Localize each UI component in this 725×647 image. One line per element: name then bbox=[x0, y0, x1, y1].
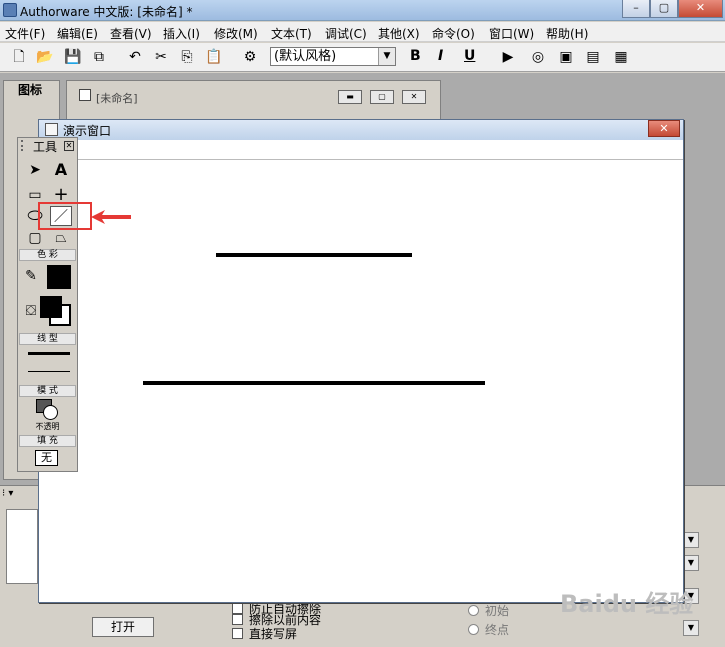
paint-bucket-icon: ⛋ bbox=[25, 303, 37, 319]
italic-button[interactable]: I bbox=[438, 48, 443, 64]
tools-close-icon[interactable]: ✕ bbox=[64, 141, 74, 151]
app-title: Authorware 中文版: [未命名] * bbox=[20, 5, 193, 19]
grip-icon bbox=[21, 140, 29, 151]
chevron-down-icon[interactable]: ▼ bbox=[378, 48, 395, 65]
save-all-icon[interactable]: 💾 bbox=[62, 47, 84, 67]
text-tool-icon[interactable]: A bbox=[50, 160, 72, 180]
presentation-window-icon bbox=[45, 123, 58, 136]
pencil-icon: ✎ bbox=[25, 268, 37, 284]
end-radio[interactable] bbox=[468, 624, 479, 635]
menu-file[interactable]: 文件(F) bbox=[5, 25, 45, 42]
opaque-mode-circle bbox=[43, 405, 58, 420]
red-arrow-icon bbox=[91, 210, 131, 224]
start-radio[interactable] bbox=[468, 605, 479, 616]
menu-text[interactable]: 文本(T) bbox=[271, 25, 312, 42]
paste-icon[interactable]: 📋 bbox=[203, 47, 225, 67]
menu-help[interactable]: 帮助(H) bbox=[546, 25, 588, 42]
watermark: Baidu 经验 bbox=[560, 590, 694, 618]
icon-palette-title: 图标 bbox=[18, 83, 43, 97]
tools-title: 工具 bbox=[33, 140, 58, 154]
bold-button[interactable]: B bbox=[410, 48, 421, 64]
collapse-icon[interactable]: ⁝ ▾ bbox=[2, 488, 13, 499]
direct-to-screen-checkbox[interactable] bbox=[232, 628, 243, 639]
menu-command[interactable]: 命令(O) bbox=[432, 25, 475, 42]
minimize-button[interactable]: – bbox=[622, 0, 650, 18]
underline-button[interactable]: U bbox=[464, 48, 475, 64]
mode-section-label: 模 式 bbox=[19, 385, 76, 397]
design-minimize-button[interactable]: ▬ bbox=[338, 90, 362, 104]
fill-section-label: 填 充 bbox=[19, 435, 76, 447]
run-icon[interactable]: ▶ bbox=[497, 47, 519, 67]
linetype-section-label: 线 型 bbox=[19, 333, 76, 345]
end-radio-label: 终点 bbox=[485, 623, 510, 637]
presentation-close-button[interactable]: ✕ bbox=[648, 120, 680, 137]
polygon-tool-icon[interactable]: ⏢ bbox=[50, 228, 72, 248]
maximize-button[interactable]: ▢ bbox=[650, 0, 678, 18]
design-window-title: [未命名] bbox=[96, 92, 138, 105]
open-button[interactable]: 打开 bbox=[92, 617, 154, 637]
menu-other[interactable]: 其他(X) bbox=[378, 25, 420, 42]
pointer-tool-icon[interactable]: ➤ bbox=[24, 160, 46, 180]
line-color-swatch[interactable] bbox=[47, 265, 71, 289]
menu-modify[interactable]: 修改(M) bbox=[214, 25, 258, 42]
properties-preview bbox=[6, 509, 38, 584]
drawn-line[interactable] bbox=[143, 381, 485, 385]
import-icon[interactable]: ⧉ bbox=[88, 47, 110, 67]
foreground-color-swatch[interactable] bbox=[40, 296, 62, 318]
cut-icon[interactable]: ✂ bbox=[150, 47, 172, 67]
chevron-down-icon[interactable]: ▼ bbox=[683, 620, 699, 636]
fill-none-button[interactable]: 无 bbox=[35, 450, 58, 466]
start-radio-label: 初始 bbox=[485, 604, 510, 618]
prevent-auto-erase-checkbox[interactable] bbox=[232, 603, 243, 614]
menu-view[interactable]: 查看(V) bbox=[110, 25, 152, 42]
presentation-menu-strip bbox=[39, 140, 683, 160]
open-file-icon[interactable]: 📂 bbox=[34, 47, 56, 67]
functions-icon[interactable]: ▣ bbox=[555, 47, 577, 67]
presentation-title-bar bbox=[39, 120, 683, 140]
undo-icon[interactable]: ↶ bbox=[124, 47, 146, 67]
variables-icon[interactable]: ▤ bbox=[582, 47, 604, 67]
rounded-rect-tool-icon[interactable]: ▢ bbox=[24, 228, 46, 248]
design-window-icon bbox=[79, 89, 91, 101]
color-section-label: 色 彩 bbox=[19, 249, 76, 261]
menu-edit[interactable]: 编辑(E) bbox=[57, 25, 98, 42]
mode-value: 不透明 bbox=[35, 422, 60, 431]
thick-line-option[interactable] bbox=[28, 352, 70, 355]
copy-icon[interactable]: ⎘ bbox=[176, 47, 198, 67]
highlight-box bbox=[38, 202, 92, 230]
menu-debug[interactable]: 调试(C) bbox=[325, 25, 367, 42]
design-restore-button[interactable]: ▢ bbox=[370, 90, 394, 104]
control-panel-icon[interactable]: ◎ bbox=[527, 47, 549, 67]
menu-insert[interactable]: 插入(I) bbox=[163, 25, 200, 42]
app-icon bbox=[3, 3, 17, 17]
knowledge-objects-icon[interactable]: ▦ bbox=[610, 47, 632, 67]
direct-to-screen-label: 直接写屏 bbox=[249, 627, 298, 641]
drawn-line[interactable] bbox=[216, 253, 412, 257]
find-icon[interactable]: ⚙ bbox=[239, 47, 261, 67]
menu-window[interactable]: 窗口(W) bbox=[489, 25, 534, 42]
chevron-down-icon[interactable]: ▼ bbox=[683, 555, 699, 571]
new-file-icon[interactable]: 🗋 bbox=[8, 47, 30, 67]
presentation-window bbox=[38, 119, 684, 603]
erase-previous-checkbox[interactable] bbox=[232, 614, 243, 625]
close-button[interactable]: ✕ bbox=[678, 0, 723, 18]
thin-line-option[interactable] bbox=[28, 371, 70, 372]
chevron-down-icon[interactable]: ▼ bbox=[683, 532, 699, 548]
design-close-button[interactable]: ✕ bbox=[402, 90, 426, 104]
